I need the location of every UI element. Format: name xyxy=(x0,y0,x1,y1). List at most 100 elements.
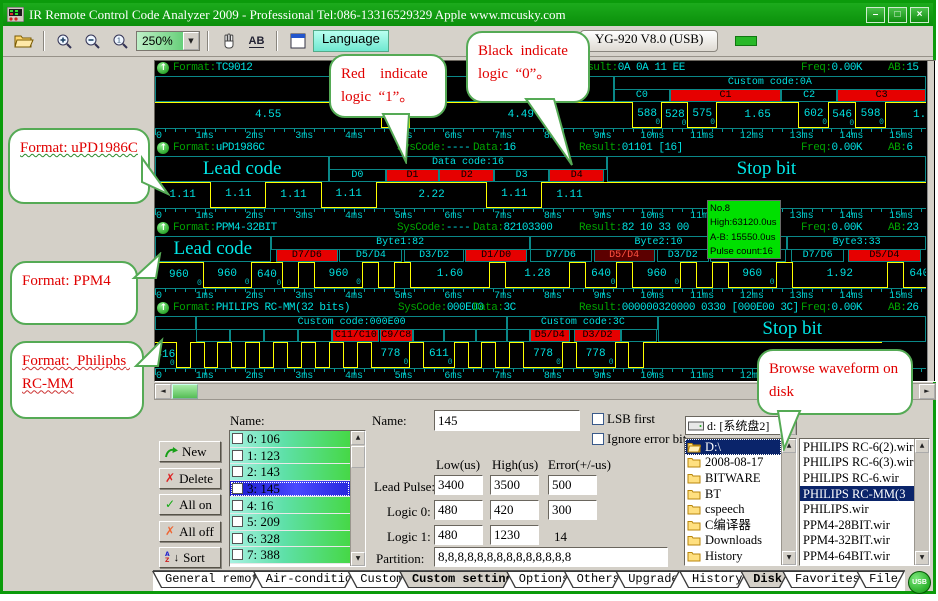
field-label: Data: xyxy=(473,142,504,154)
list-item[interactable]: 5: 209 xyxy=(230,514,350,531)
dir-item[interactable]: 2008-08-17 xyxy=(685,455,781,471)
scroll-left-button[interactable]: ◄ xyxy=(155,384,171,399)
pulse-flag: 0 xyxy=(682,119,687,128)
all-on-button[interactable]: ✓All on xyxy=(159,494,221,515)
zoom-level-combo[interactable]: 250%▼ xyxy=(136,31,200,51)
file-item[interactable]: PHILIPS RC-MM(3 xyxy=(800,486,914,502)
lsb-first-checkbox[interactable]: LSB first xyxy=(592,411,655,427)
checkbox-box[interactable] xyxy=(592,433,604,445)
dir-item[interactable]: History xyxy=(685,548,781,564)
panel-view-button[interactable] xyxy=(285,30,310,53)
lead-high-input[interactable] xyxy=(490,475,539,495)
tick xyxy=(424,289,425,292)
sort-button[interactable]: AZ↓Sort xyxy=(159,547,221,568)
all-off-button[interactable]: ✗All off xyxy=(159,521,221,542)
dir-item[interactable]: BT xyxy=(685,486,781,502)
scroll-down-button[interactable]: ▼ xyxy=(351,552,365,566)
tab-custom-settings[interactable]: Custom settings xyxy=(399,571,513,588)
item-checkbox[interactable] xyxy=(232,533,243,544)
list-item[interactable]: 6: 328 xyxy=(230,531,350,548)
row-up-arrow-icon[interactable]: ↑ xyxy=(157,302,169,314)
item-checkbox[interactable] xyxy=(232,500,243,511)
logic0-low-input[interactable] xyxy=(434,500,483,520)
dir-item[interactable]: C编译器 xyxy=(685,517,781,533)
dir-item[interactable]: Downloads xyxy=(685,533,781,549)
file-item[interactable]: PHILIPS.wir xyxy=(800,501,914,517)
tick xyxy=(314,369,315,372)
tab-custom[interactable]: Custom xyxy=(347,571,406,588)
scroll-down-button[interactable]: ▼ xyxy=(915,551,929,565)
name-list-scrollbar[interactable]: ▲ ▼ xyxy=(350,431,365,566)
zoom-100-button[interactable]: 1 xyxy=(108,30,133,53)
new-button[interactable]: New xyxy=(159,441,221,462)
name-input[interactable] xyxy=(434,410,580,431)
dir-item[interactable]: cspeech xyxy=(685,501,781,517)
list-item[interactable]: 4: 16 xyxy=(230,497,350,514)
scroll-up-button[interactable]: ▲ xyxy=(351,431,365,445)
close-button[interactable]: × xyxy=(910,7,929,23)
directory-scrollbar[interactable]: ▲ ▼ xyxy=(781,439,796,565)
language-button[interactable]: Language xyxy=(313,30,389,52)
scroll-right-button[interactable]: ► xyxy=(919,384,935,399)
tab-options[interactable]: Options xyxy=(506,571,571,588)
file-item[interactable]: PHILIPS RC-6(2).wir xyxy=(800,439,914,455)
item-checkbox[interactable] xyxy=(232,450,243,461)
scroll-up-button[interactable]: ▲ xyxy=(915,439,929,453)
tab-upgrade[interactable]: Upgrade xyxy=(615,571,680,588)
tab-disk[interactable]: Disk xyxy=(740,571,789,588)
tab-history[interactable]: History xyxy=(679,571,747,588)
item-checkbox[interactable] xyxy=(232,433,243,444)
ignore-error-checkbox[interactable]: Ignore error bit xyxy=(592,431,686,447)
logic0-high-input[interactable] xyxy=(490,500,539,520)
open-file-button[interactable] xyxy=(11,30,36,53)
item-checkbox[interactable] xyxy=(232,483,243,494)
field-label: Format: xyxy=(173,302,216,314)
zoom-out-button[interactable] xyxy=(80,30,105,53)
lead-error-input[interactable] xyxy=(548,475,597,495)
scroll-down-button[interactable]: ▼ xyxy=(782,551,796,565)
folder-icon xyxy=(687,488,701,500)
pan-hand-button[interactable] xyxy=(216,30,241,53)
file-item[interactable]: PHILIPS RC-6.wir xyxy=(800,470,914,486)
dir-item[interactable]: BITWARE xyxy=(685,470,781,486)
minimize-button[interactable]: – xyxy=(866,7,885,23)
scroll-thumb[interactable] xyxy=(351,446,365,468)
list-item[interactable]: 0: 106 xyxy=(230,431,350,448)
file-item[interactable]: PPM4-32BIT.wir xyxy=(800,533,914,549)
delete-button[interactable]: ✗Delete xyxy=(159,468,221,489)
checkbox-box[interactable] xyxy=(592,413,604,425)
list-item[interactable]: 3: 145 xyxy=(230,481,350,498)
dir-item[interactable]: D:\ xyxy=(685,439,781,455)
file-item[interactable]: PPM4-64BIT.wir xyxy=(800,548,914,564)
tab-others[interactable]: Others xyxy=(564,571,623,588)
tick xyxy=(284,209,285,212)
row-up-arrow-icon[interactable]: ↑ xyxy=(157,222,169,234)
item-checkbox[interactable] xyxy=(232,516,243,527)
maximize-button[interactable]: □ xyxy=(888,7,907,23)
hscroll-thumb[interactable] xyxy=(172,384,198,399)
logic1-high-input[interactable] xyxy=(490,525,539,545)
list-item[interactable]: 7: 388 xyxy=(230,547,350,564)
logic0-error-input[interactable] xyxy=(548,500,597,520)
file-item[interactable]: PPM4-28BIT.wir xyxy=(800,517,914,533)
tab-favorites[interactable]: Favorites xyxy=(782,571,863,588)
time-tick-label: 9ms xyxy=(594,371,612,382)
list-item[interactable]: 1: 123 xyxy=(230,448,350,465)
row-up-arrow-icon[interactable]: ↑ xyxy=(157,62,169,74)
file-item[interactable]: PHILIPS RC-6(3).wir xyxy=(800,455,914,471)
tab-air-condition[interactable]: Air-condition xyxy=(253,571,355,588)
zoom-in-button[interactable] xyxy=(52,30,77,53)
zoom-dropdown-button[interactable]: ▼ xyxy=(183,32,199,50)
ab-measure-button[interactable]: AB xyxy=(244,30,269,53)
tab-general-remote[interactable]: General remote xyxy=(152,571,260,588)
pulse-segment: 1.11 xyxy=(321,182,376,208)
lead-low-input[interactable] xyxy=(434,475,483,495)
device-button[interactable]: YG-920 V8.0 (USB) xyxy=(580,30,718,52)
item-checkbox[interactable] xyxy=(232,549,243,560)
list-item[interactable]: 2: 143 xyxy=(230,464,350,481)
item-checkbox[interactable] xyxy=(232,466,243,477)
tab-file[interactable]: File xyxy=(856,571,905,588)
file-scrollbar[interactable]: ▲ ▼ xyxy=(914,439,929,565)
logic1-low-input[interactable] xyxy=(434,525,483,545)
partition-input[interactable] xyxy=(434,547,668,567)
